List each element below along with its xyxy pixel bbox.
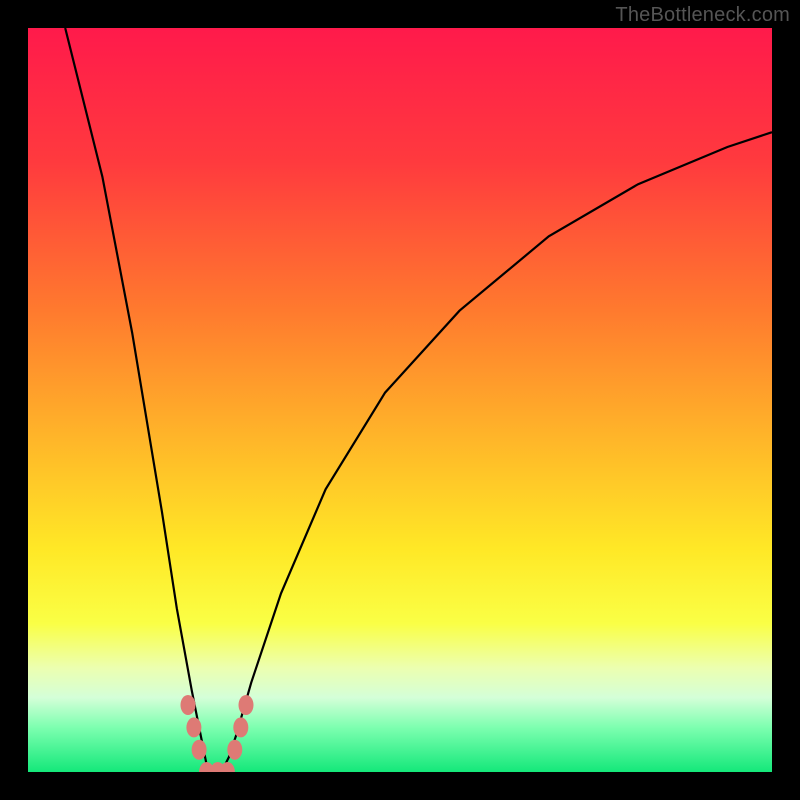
curve-layer: [28, 28, 772, 772]
config-marker: [192, 740, 207, 760]
config-marker: [233, 717, 248, 737]
plot-area: [28, 28, 772, 772]
config-marker: [181, 695, 196, 715]
marker-group: [181, 695, 254, 772]
config-marker: [239, 695, 254, 715]
config-marker: [220, 762, 235, 772]
bottleneck-curve: [65, 28, 772, 772]
config-marker: [186, 717, 201, 737]
config-marker: [227, 740, 242, 760]
chart-frame: TheBottleneck.com: [0, 0, 800, 800]
watermark-text: TheBottleneck.com: [615, 4, 790, 27]
